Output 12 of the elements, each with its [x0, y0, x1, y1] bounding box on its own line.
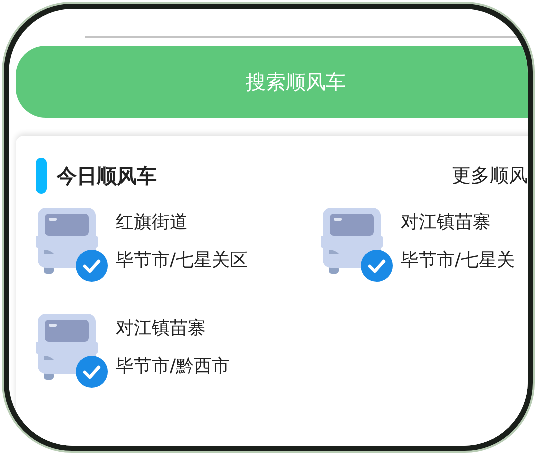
- truck-icon: [36, 208, 98, 274]
- section-title: 今日顺风车: [57, 162, 157, 190]
- region-name: 毕节市/黔西市: [116, 355, 230, 378]
- region-name: 毕节市/七星关区: [116, 249, 248, 272]
- more-link[interactable]: 更多顺风: [452, 163, 528, 189]
- truck-icon: [36, 314, 98, 380]
- place-name: 对江镇苗寨: [116, 317, 207, 340]
- truck-icon: [321, 208, 383, 274]
- accent-bar: [36, 158, 47, 194]
- region-name: 毕节市/七星关: [401, 249, 516, 272]
- place-name: 红旗街道: [116, 211, 189, 234]
- place-name: 对江镇苗寨: [401, 211, 492, 234]
